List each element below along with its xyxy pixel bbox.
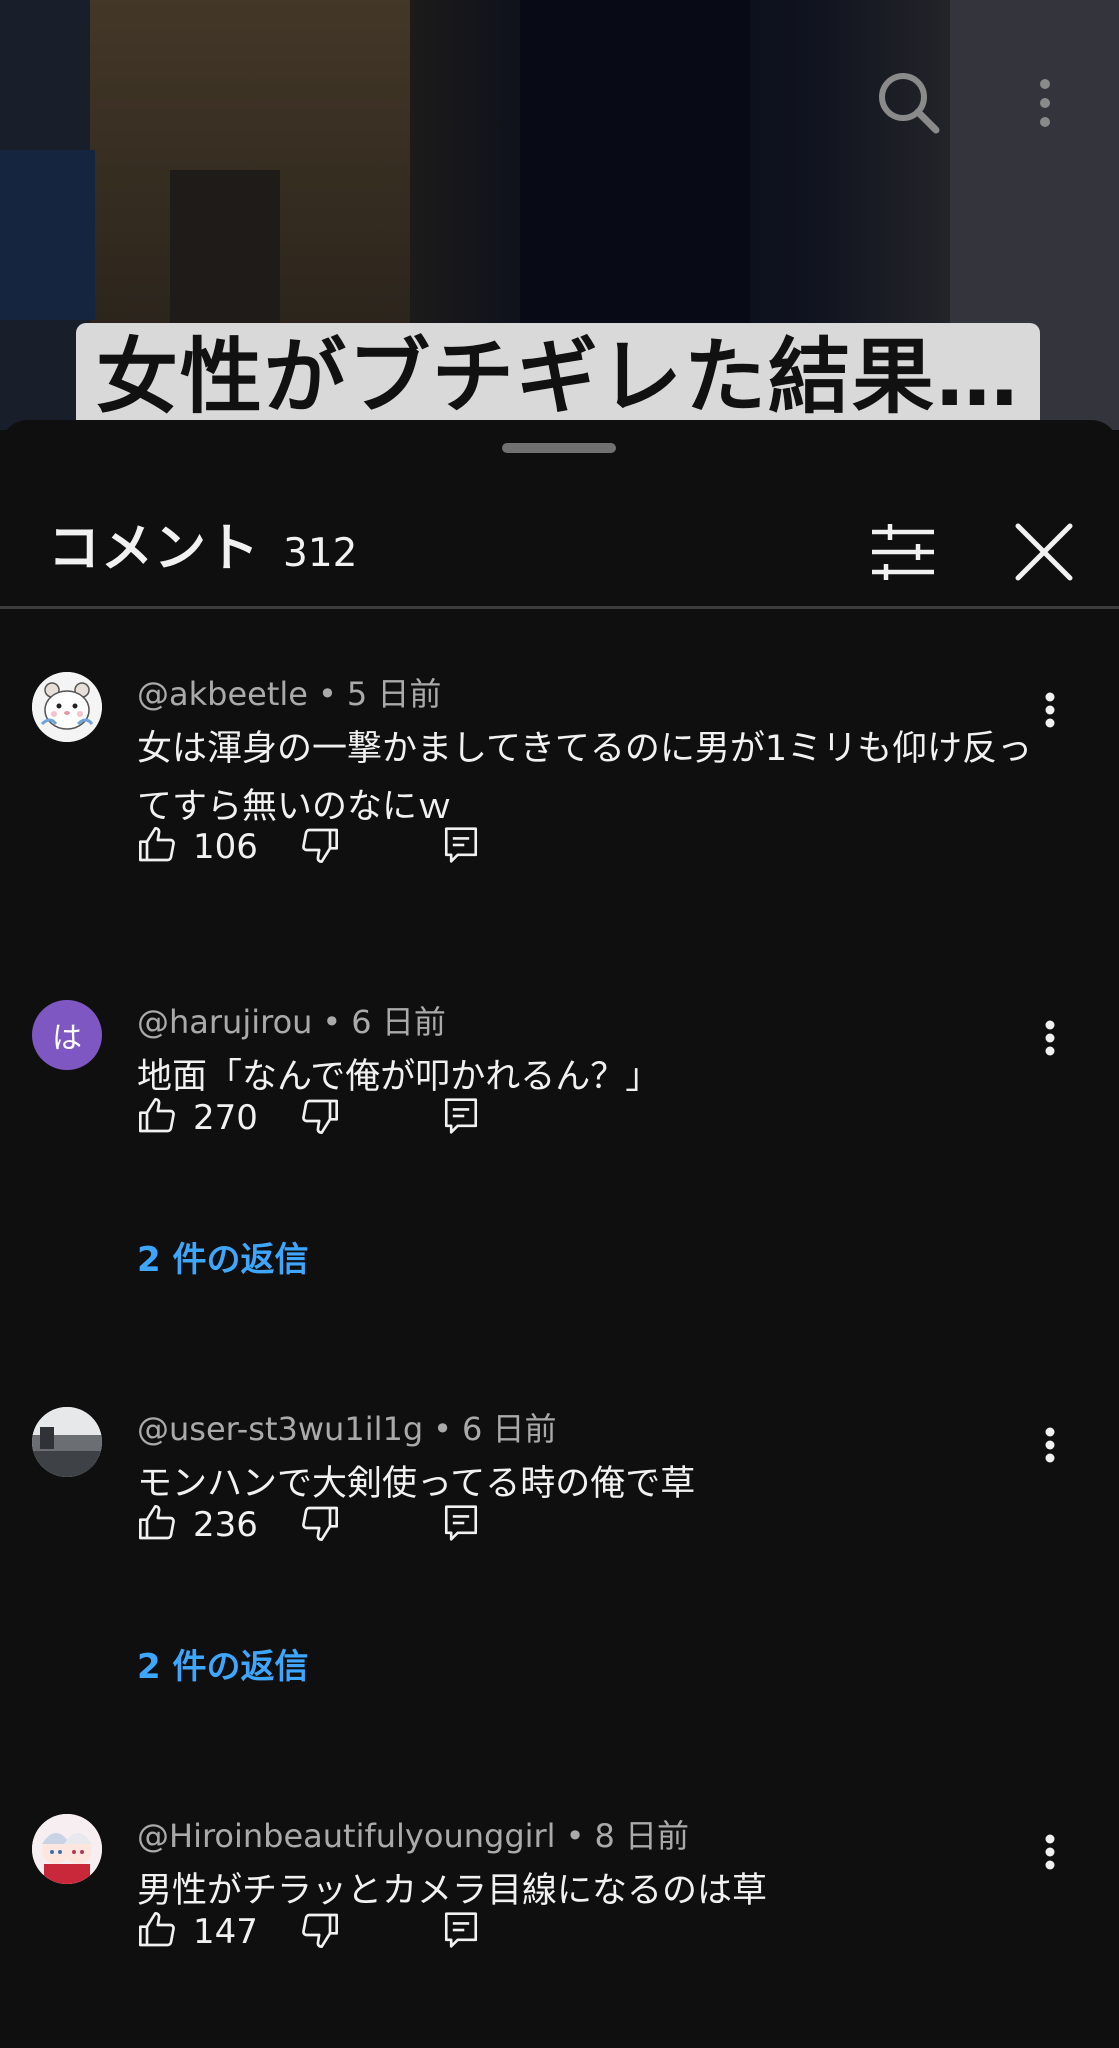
search-icon [876, 70, 942, 136]
like-count: 106 [193, 827, 258, 867]
thumbs-up-icon [137, 825, 177, 869]
thumbs-up-icon [137, 1910, 177, 1954]
reply-button[interactable] [443, 817, 479, 877]
like-count: 147 [193, 1912, 258, 1952]
avatar-letter: は [52, 1021, 82, 1056]
avatar[interactable]: は [32, 1000, 102, 1070]
avatar[interactable] [32, 1407, 102, 1477]
like-button[interactable]: 106 [137, 817, 258, 877]
reply-button[interactable] [443, 1902, 479, 1962]
comment-time: 5 日前 [346, 675, 442, 713]
reply-comment-icon [443, 1503, 479, 1547]
more-vert-icon [1044, 1834, 1056, 1874]
comment-time: 6 日前 [462, 1410, 557, 1448]
thumbs-up-icon [137, 1096, 177, 1140]
video-caption: 女性がブチギレた結果… [76, 323, 1040, 430]
thumbs-down-icon [300, 1910, 340, 1954]
thumbs-down-icon [300, 1503, 340, 1547]
thumbs-down-icon [300, 1096, 340, 1140]
comments-header: コメント 312 [0, 500, 1119, 600]
video-more-button[interactable] [1030, 78, 1060, 128]
close-button[interactable] [1006, 514, 1082, 590]
anime-avatar-icon [32, 1814, 102, 1884]
comment-time: 6 日前 [351, 1003, 446, 1041]
more-vert-icon [1044, 692, 1056, 732]
hamster-avatar-icon [32, 672, 102, 742]
reply-comment-icon [443, 1910, 479, 1954]
like-button[interactable]: 147 [137, 1902, 258, 1962]
reply-comment-icon [443, 1096, 479, 1140]
avatar[interactable] [32, 672, 102, 742]
reply-button[interactable] [443, 1495, 479, 1555]
dislike-button[interactable] [300, 1495, 340, 1555]
comment-author[interactable]: @Hiroinbeautifulyounggirl [137, 1817, 556, 1855]
sort-filter-button[interactable] [868, 522, 938, 582]
comment-time: 8 日前 [594, 1817, 689, 1855]
comments-sheet: コメント 312 @akbeetle • 5 日前 女は渾身の一撃かましてきてる… [0, 420, 1119, 2048]
view-replies-link[interactable]: 2 件の返信 [137, 1232, 309, 1281]
photo-avatar-icon [32, 1407, 102, 1477]
header-divider [0, 606, 1119, 609]
comment-actions: 270 [137, 1088, 537, 1148]
reply-comment-icon [443, 825, 479, 869]
drag-handle[interactable] [502, 443, 616, 453]
avatar[interactable] [32, 1814, 102, 1884]
reply-button[interactable] [443, 1088, 479, 1148]
comment-meta: @user-st3wu1il1g • 6 日前 [137, 1410, 557, 1448]
comment-meta: @harujirou • 6 日前 [137, 1003, 446, 1041]
thumbs-down-icon [300, 825, 340, 869]
like-button[interactable]: 236 [137, 1495, 258, 1555]
search-button[interactable] [876, 70, 942, 136]
thumbs-up-icon [137, 1503, 177, 1547]
like-count: 270 [193, 1098, 258, 1138]
more-vert-icon [1044, 1427, 1056, 1467]
more-vert-icon [1030, 78, 1060, 128]
comments-count: 312 [283, 531, 358, 576]
like-button[interactable]: 270 [137, 1088, 258, 1148]
comment-author[interactable]: @user-st3wu1il1g [137, 1410, 423, 1448]
comment-more-button[interactable] [1028, 682, 1072, 742]
comment-author[interactable]: @harujirou [137, 1003, 312, 1041]
comment-actions: 106 [137, 817, 537, 877]
view-replies-link[interactable]: 2 件の返信 [137, 1639, 309, 1688]
comment-actions: 147 [137, 1902, 537, 1962]
like-count: 236 [193, 1505, 258, 1545]
comment-more-button[interactable] [1028, 1417, 1072, 1477]
dislike-button[interactable] [300, 1902, 340, 1962]
comment-meta: @Hiroinbeautifulyounggirl • 8 日前 [137, 1817, 689, 1855]
comment-meta: @akbeetle • 5 日前 [137, 675, 442, 713]
sliders-icon [868, 524, 938, 586]
comments-title: コメント [48, 519, 261, 579]
more-vert-icon [1044, 1020, 1056, 1060]
close-icon [1006, 523, 1082, 594]
dislike-button[interactable] [300, 1088, 340, 1148]
comment-more-button[interactable] [1028, 1824, 1072, 1884]
comment-author[interactable]: @akbeetle [137, 675, 308, 713]
comment-actions: 236 [137, 1495, 537, 1555]
video-player[interactable]: 女性がブチギレた結果… [0, 0, 1119, 430]
comment-more-button[interactable] [1028, 1010, 1072, 1070]
dislike-button[interactable] [300, 817, 340, 877]
